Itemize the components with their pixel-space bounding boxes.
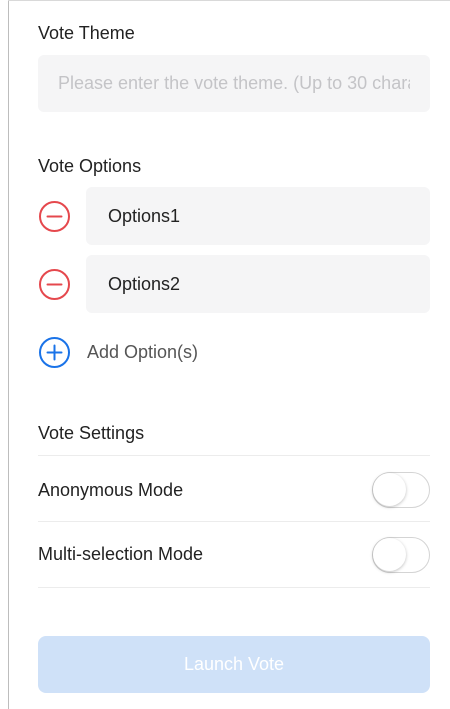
toggle-knob: [373, 538, 406, 571]
plus-circle-icon: [38, 336, 71, 369]
remove-option-2-button[interactable]: [38, 268, 71, 301]
add-option-label: Add Option(s): [87, 342, 199, 362]
panel-top-border: [8, 0, 450, 1]
settings-divider: [38, 521, 430, 522]
vote-options-heading: Vote Options: [38, 156, 142, 176]
option-2-input[interactable]: [86, 255, 430, 313]
vote-settings-heading: Vote Settings: [38, 423, 145, 443]
remove-option-1-button[interactable]: [38, 200, 71, 233]
option-1-input[interactable]: [86, 187, 430, 245]
multi-selection-mode-toggle[interactable]: [372, 537, 430, 573]
anonymous-mode-label: Anonymous Mode: [38, 480, 184, 500]
launch-vote-button[interactable]: Launch Vote: [38, 636, 430, 693]
toggle-knob: [373, 473, 406, 506]
settings-divider: [38, 455, 430, 456]
vote-setup-panel: Vote Theme Vote Options Add Opt: [0, 0, 450, 709]
minus-circle-icon: [38, 268, 71, 301]
anonymous-mode-toggle[interactable]: [372, 472, 430, 508]
settings-divider: [38, 587, 430, 588]
multi-selection-mode-label: Multi-selection Mode: [38, 544, 204, 564]
vote-theme-input[interactable]: [38, 55, 430, 112]
panel-left-border: [8, 0, 9, 709]
vote-theme-heading: Vote Theme: [38, 23, 135, 43]
minus-circle-icon: [38, 200, 71, 233]
add-option-button[interactable]: Add Option(s): [38, 336, 198, 369]
